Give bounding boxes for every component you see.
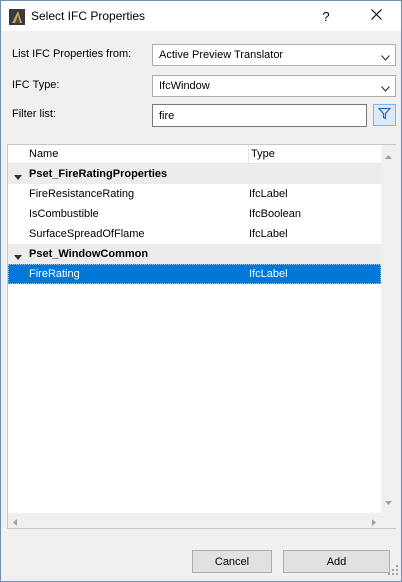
group-name: Pset_FireRatingProperties — [29, 168, 168, 180]
group-row[interactable]: Pset_WindowCommon — [8, 244, 381, 264]
property-type: IfcLabel — [249, 268, 288, 280]
filter-label: Filter list: — [12, 108, 56, 120]
scroll-right-icon[interactable] — [372, 517, 376, 529]
title-bar: Select IFC Properties ? — [1, 1, 401, 31]
property-type: IfcBoolean — [249, 208, 301, 220]
close-icon — [370, 9, 382, 23]
column-header-name[interactable]: Name — [29, 148, 58, 160]
triangle-down-icon[interactable] — [14, 251, 22, 263]
triangle-down-icon[interactable] — [14, 171, 22, 183]
table-row-selected[interactable]: FireRating IfcLabel — [8, 264, 381, 284]
vertical-scrollbar[interactable] — [381, 145, 396, 513]
scroll-left-icon[interactable] — [13, 517, 17, 529]
property-name: FireResistanceRating — [29, 188, 135, 200]
help-button[interactable]: ? — [311, 3, 341, 29]
chevron-down-icon — [381, 83, 390, 95]
dialog-window: Select IFC Properties ? List IFC Propert… — [0, 0, 402, 582]
column-header-type[interactable]: Type — [251, 148, 275, 160]
list-from-dropdown[interactable]: Active Preview Translator — [152, 44, 396, 66]
table-row[interactable]: IsCombustible IfcBoolean — [8, 204, 381, 224]
scroll-up-icon[interactable] — [385, 150, 392, 162]
group-row[interactable]: Pset_FireRatingProperties — [8, 164, 381, 184]
cancel-button[interactable]: Cancel — [192, 550, 272, 573]
window-title: Select IFC Properties — [31, 9, 146, 23]
filter-button[interactable] — [373, 104, 396, 126]
list-from-value: Active Preview Translator — [159, 49, 284, 61]
property-name: FireRating — [29, 268, 80, 280]
close-button[interactable] — [355, 3, 397, 29]
list-header: Name Type — [8, 145, 381, 164]
ifc-type-label: IFC Type: — [12, 79, 60, 91]
scroll-down-icon[interactable] — [385, 496, 392, 508]
table-row[interactable]: SurfaceSpreadOfFlame IfcLabel — [8, 224, 381, 244]
filter-value: fire — [159, 110, 175, 122]
property-name: IsCombustible — [29, 208, 99, 220]
scrollbar-corner — [381, 513, 396, 528]
column-divider — [248, 145, 249, 164]
table-row[interactable]: FireResistanceRating IfcLabel — [8, 184, 381, 204]
property-name: SurfaceSpreadOfFlame — [29, 228, 145, 240]
list-rows: Pset_FireRatingProperties FireResistance… — [8, 164, 381, 284]
horizontal-scrollbar[interactable] — [8, 513, 381, 528]
properties-list[interactable]: Name Type Pset_FireRatingProperties Fire… — [7, 144, 396, 529]
resize-grip-icon[interactable] — [388, 565, 398, 578]
ifc-type-value: IfcWindow — [159, 80, 210, 92]
add-button[interactable]: Add — [283, 550, 390, 573]
list-from-label: List IFC Properties from: — [12, 48, 132, 60]
filter-input[interactable]: fire — [152, 104, 367, 127]
property-type: IfcLabel — [249, 188, 288, 200]
group-name: Pset_WindowCommon — [29, 248, 149, 260]
funnel-icon — [377, 107, 392, 123]
ifc-type-dropdown[interactable]: IfcWindow — [152, 75, 396, 97]
property-type: IfcLabel — [249, 228, 288, 240]
chevron-down-icon — [381, 52, 390, 64]
archicad-app-icon — [9, 9, 25, 25]
